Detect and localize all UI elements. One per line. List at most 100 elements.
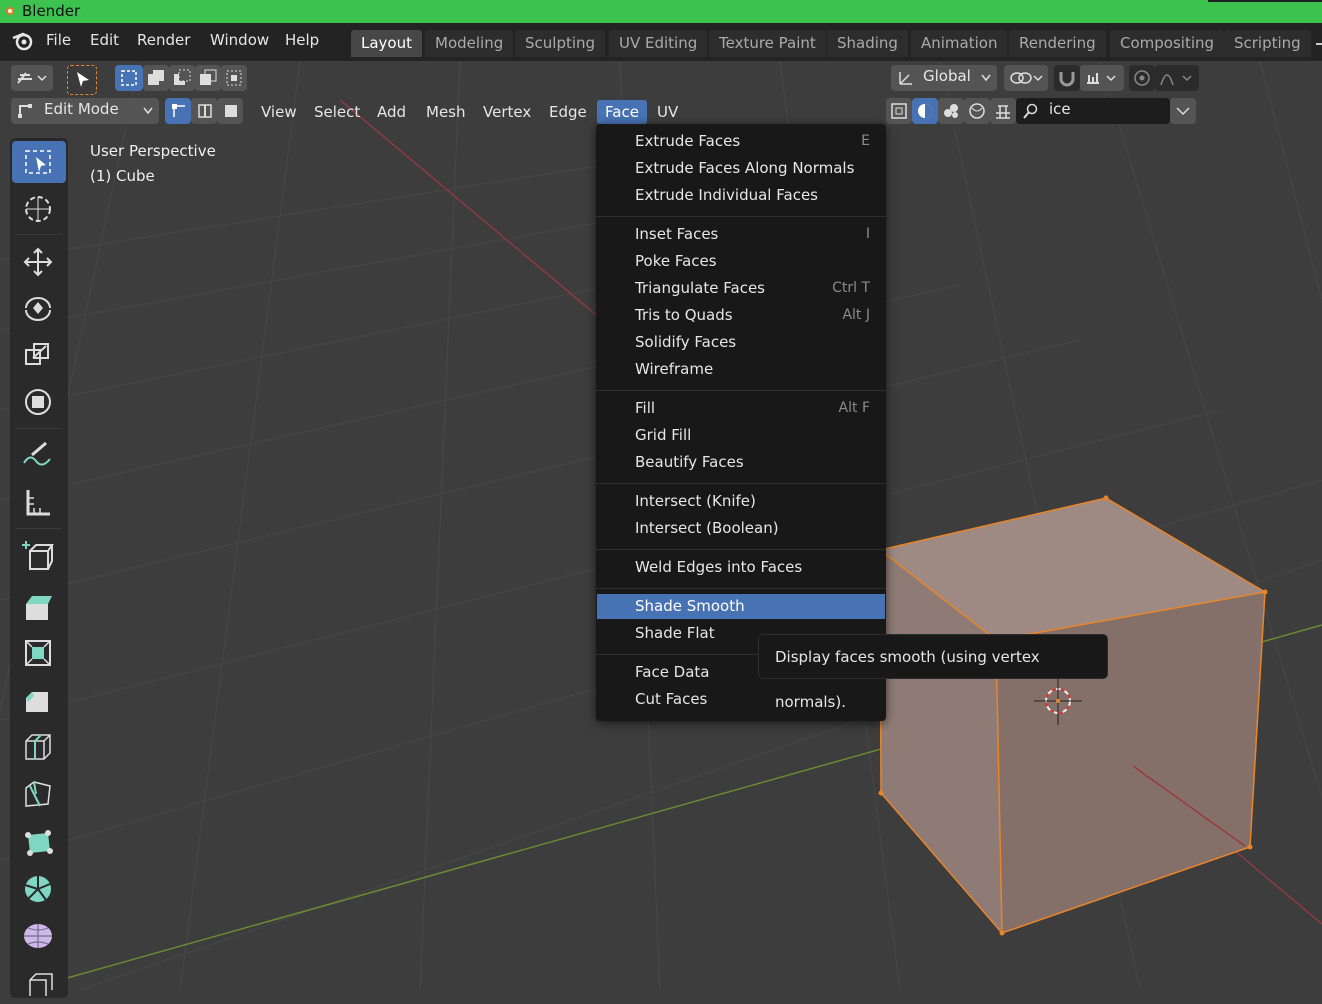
transform-icon <box>25 389 51 415</box>
blender-menu-icon[interactable] <box>11 30 35 52</box>
tab-compositing[interactable]: Compositing <box>1110 30 1225 57</box>
extrude-region-icon <box>26 596 52 620</box>
menu-item-fill[interactable]: Fill Alt F <box>596 396 886 421</box>
title-bar: Blender <box>0 0 1322 23</box>
menu-edit[interactable]: Edit <box>90 31 119 49</box>
tool-measure[interactable] <box>12 482 66 524</box>
vertex-select-icon <box>172 104 185 117</box>
viewport-editor-icon <box>17 72 47 84</box>
menu-item-intersect-knife[interactable]: Intersect (Knife) <box>596 489 886 514</box>
tool-move[interactable] <box>12 241 66 283</box>
select-tool-button[interactable] <box>67 65 97 95</box>
menu-item-poke-faces[interactable]: Poke Faces <box>596 249 886 274</box>
menu-item-weld-edges-into-faces[interactable]: Weld Edges into Faces <box>596 555 886 580</box>
menu-item-inset-faces[interactable]: Inset Faces I <box>596 222 886 247</box>
tool-shelf <box>10 138 68 998</box>
tool-annotate[interactable] <box>12 435 66 477</box>
tool-knife[interactable] <box>12 774 66 816</box>
edge-select-mode-button[interactable] <box>191 98 217 124</box>
select-mode-extend-button[interactable] <box>143 65 169 91</box>
select-mode-invert-button[interactable] <box>195 65 221 91</box>
face-select-mode-button[interactable] <box>217 98 243 124</box>
menu-file[interactable]: File <box>46 31 71 49</box>
header-menu-uv[interactable]: UV <box>649 100 686 124</box>
tab-uv-editing[interactable]: UV Editing <box>609 30 708 57</box>
proportional-editing-toggle[interactable] <box>1129 65 1155 91</box>
tool-extrude-region[interactable] <box>12 586 66 628</box>
menu-item-extrude-faces-along-normals[interactable]: Extrude Faces Along Normals <box>596 156 886 181</box>
shading-wireframe-button[interactable] <box>886 98 912 124</box>
tab-layout[interactable]: Layout <box>351 30 422 57</box>
shading-rendered-button[interactable] <box>964 98 990 124</box>
menu-item-triangulate-faces[interactable]: Triangulate Faces Ctrl T <box>596 276 886 301</box>
shading-material-button[interactable] <box>938 98 964 124</box>
magnet-icon <box>1059 72 1075 87</box>
header-menu-add[interactable]: Add <box>369 100 414 124</box>
tab-rendering[interactable]: Rendering <box>1009 30 1106 57</box>
select-mode-set-button[interactable] <box>115 65 143 91</box>
transform-orientation-dropdown[interactable]: Global <box>891 65 997 91</box>
tab-modeling[interactable]: Modeling <box>425 30 514 57</box>
menu-item-extrude-individual-faces[interactable]: Extrude Individual Faces <box>596 183 886 208</box>
search-options-button[interactable] <box>1170 98 1196 124</box>
menu-item-intersect-boolean[interactable]: Intersect (Boolean) <box>596 516 886 541</box>
header-menu-mesh[interactable]: Mesh <box>418 100 474 124</box>
mode-dropdown[interactable]: Edit Mode <box>11 98 159 124</box>
tab-sculpting[interactable]: Sculpting <box>515 30 606 57</box>
snap-toggle[interactable] <box>1054 65 1080 91</box>
search-field[interactable]: ice <box>1016 98 1170 124</box>
menu-item-tris-to-quads[interactable]: Tris to Quads Alt J <box>596 303 886 328</box>
tool-inset-faces[interactable] <box>12 633 66 675</box>
menu-item-beautify-faces[interactable]: Beautify Faces <box>596 450 886 475</box>
header-menu-edge[interactable]: Edge <box>541 100 595 124</box>
menu-item-solidify-faces[interactable]: Solidify Faces <box>596 330 886 355</box>
tool-poly-build[interactable] <box>12 821 66 863</box>
select-box-icon <box>25 150 51 174</box>
tool-select-box[interactable] <box>12 141 66 183</box>
tool-rotate[interactable] <box>12 287 66 329</box>
menu-help[interactable]: Help <box>285 31 319 49</box>
face-menu-dropdown: Extrude Faces E Extrude Faces Along Norma… <box>596 124 886 721</box>
vertex-select-mode-button[interactable] <box>165 98 191 124</box>
tool-loop-cut[interactable] <box>12 727 66 769</box>
snap-target-dropdown[interactable] <box>1080 65 1124 91</box>
add-cube-icon <box>22 541 54 570</box>
tab-shading[interactable]: Shading <box>827 30 908 57</box>
tool-spin[interactable] <box>12 868 66 910</box>
select-cursor-icon <box>77 72 89 87</box>
menu-item-grid-fill[interactable]: Grid Fill <box>596 423 886 448</box>
overlays-button[interactable] <box>990 98 1016 124</box>
header-menu-select[interactable]: Select <box>306 100 368 124</box>
select-mode-intersect-button[interactable] <box>221 65 247 91</box>
menu-item-shade-smooth[interactable]: Shade Smooth <box>597 594 885 619</box>
header-menu-vertex[interactable]: Vertex <box>475 100 539 124</box>
header-menu-face[interactable]: Face <box>597 100 647 124</box>
menu-separator <box>596 216 886 217</box>
menu-item-wireframe[interactable]: Wireframe <box>596 357 886 382</box>
tab-scripting[interactable]: Scripting <box>1224 30 1311 57</box>
viewport-object-name: (1) Cube <box>90 167 155 185</box>
tool-cursor[interactable] <box>12 188 66 230</box>
pivot-point-dropdown[interactable] <box>1004 65 1048 91</box>
menu-window[interactable]: Window <box>210 31 269 49</box>
tool-smooth[interactable] <box>12 915 66 957</box>
tool-shear[interactable] <box>12 962 66 1004</box>
menu-render[interactable]: Render <box>137 31 190 49</box>
falloff-curve-icon <box>1160 74 1192 86</box>
tab-animation[interactable]: Animation <box>911 30 1008 57</box>
tool-scale[interactable] <box>12 334 66 376</box>
proportional-falloff-dropdown[interactable] <box>1155 65 1199 91</box>
shading-solid-button[interactable] <box>912 98 938 124</box>
header-menu-view[interactable]: View <box>253 100 305 124</box>
menu-separator <box>596 549 886 550</box>
menu-item-extrude-faces[interactable]: Extrude Faces E <box>596 129 886 154</box>
tab-texture-paint[interactable]: Texture Paint <box>709 30 826 57</box>
tool-transform[interactable] <box>12 381 66 423</box>
tool-add-cube[interactable] <box>12 535 66 577</box>
select-mode-subtract-button[interactable] <box>169 65 195 91</box>
tool-bevel[interactable] <box>12 680 66 722</box>
select-extend-icon <box>148 70 164 85</box>
annotate-icon <box>23 441 51 466</box>
editor-type-button[interactable] <box>11 65 53 91</box>
workspace-overflow-icon[interactable] <box>1316 43 1322 45</box>
